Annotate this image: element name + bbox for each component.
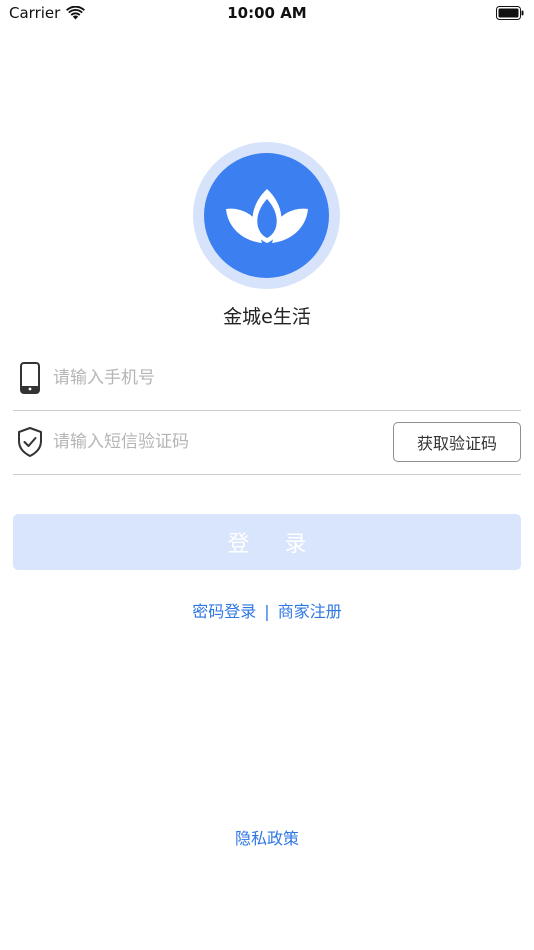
logo-circle: [204, 153, 329, 278]
login-links: 密码登录 | 商家注册: [0, 598, 534, 622]
lotus-logo-icon: [225, 188, 308, 243]
privacy-footer: 隐私政策: [0, 825, 534, 849]
status-bar: Carrier 10:00 AM: [0, 0, 534, 28]
app-name: 金城e生活: [223, 306, 311, 328]
password-login-link[interactable]: 密码登录: [192, 602, 256, 621]
link-separator: |: [264, 602, 270, 621]
status-time: 10:00 AM: [227, 4, 307, 22]
get-code-button[interactable]: 获取验证码: [393, 422, 521, 462]
privacy-policy-link[interactable]: 隐私政策: [235, 829, 299, 848]
battery-icon: [496, 6, 524, 20]
merchant-register-link[interactable]: 商家注册: [278, 602, 342, 621]
shield-check-icon: [18, 427, 42, 457]
phone-icon: [20, 362, 40, 394]
app-logo: [193, 142, 340, 289]
phone-field-row: [13, 346, 521, 411]
phone-input[interactable]: [53, 360, 383, 396]
code-input[interactable]: [53, 424, 383, 460]
code-field-row: 获取验证码: [13, 410, 521, 475]
login-button[interactable]: 登 录: [13, 514, 521, 570]
